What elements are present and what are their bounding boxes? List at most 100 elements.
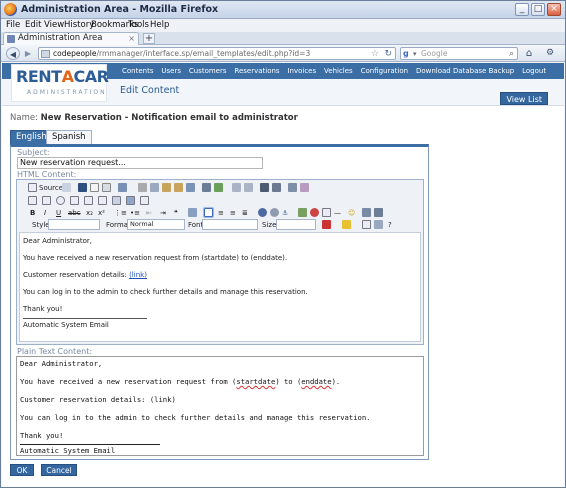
preview-icon[interactable]	[102, 183, 111, 192]
align-left-icon[interactable]	[203, 207, 214, 218]
smiley-icon[interactable]: ☺	[348, 207, 355, 219]
new-page-icon[interactable]	[90, 183, 99, 192]
table-icon[interactable]	[322, 208, 331, 217]
templates-icon[interactable]	[118, 183, 127, 192]
url-bar[interactable]: codepeople/rmmanager/interface.sp/email_…	[38, 47, 396, 60]
blockquote-icon[interactable]: ❝	[174, 207, 178, 219]
menu-view[interactable]: View	[44, 19, 64, 32]
div-container-icon[interactable]	[188, 208, 197, 217]
nav-reservations[interactable]: Reservations	[234, 63, 279, 79]
font-select[interactable]	[202, 219, 258, 230]
indent-icon[interactable]: ⇥	[160, 207, 166, 219]
save-icon[interactable]	[62, 183, 71, 192]
hidden-field-icon[interactable]	[140, 196, 149, 205]
back-button[interactable]: ◀	[6, 47, 20, 60]
maximize-button[interactable]: □	[531, 3, 545, 16]
redo-icon[interactable]	[244, 183, 253, 192]
bold-icon[interactable]: B	[30, 207, 35, 219]
undo-icon[interactable]	[232, 183, 241, 192]
superscript-icon[interactable]: x²	[98, 207, 105, 219]
textarea-icon[interactable]	[84, 196, 93, 205]
bookmark-star-icon[interactable]: ☆	[371, 48, 379, 60]
reload-icon[interactable]: ↻	[384, 48, 392, 60]
html-details-link[interactable]: (link)	[129, 271, 147, 279]
background-color-icon[interactable]	[342, 220, 351, 229]
subscript-icon[interactable]: x₂	[86, 207, 93, 219]
format-select[interactable]: Normal	[127, 219, 185, 230]
radio-icon[interactable]	[56, 196, 65, 205]
spellcheck-icon[interactable]	[214, 183, 223, 192]
nav-vehicles[interactable]: Vehicles	[324, 63, 353, 79]
nav-configuration[interactable]: Configuration	[361, 63, 408, 79]
strike-icon[interactable]: abc	[68, 207, 81, 219]
menu-history[interactable]: History	[64, 19, 94, 32]
remove-format-icon[interactable]	[300, 183, 309, 192]
italic-icon[interactable]: I	[44, 207, 46, 219]
outdent-icon[interactable]: ⇤	[146, 207, 152, 219]
nav-download-backup[interactable]: Download Database Backup	[416, 63, 514, 79]
text-field-icon[interactable]	[70, 196, 79, 205]
align-center-icon[interactable]: ≡	[218, 207, 224, 219]
floppy-icon[interactable]	[78, 183, 87, 192]
minimize-button[interactable]: _	[515, 3, 529, 16]
unlink-icon[interactable]	[270, 208, 279, 217]
home-button[interactable]: ⌂	[522, 47, 536, 60]
search-bar[interactable]: g ▾ Google ⌕	[400, 47, 518, 60]
close-window-button[interactable]: ×	[547, 3, 561, 16]
menu-help[interactable]: Help	[150, 19, 169, 32]
search-engine-icon[interactable]: g	[403, 49, 413, 59]
align-justify-icon[interactable]: ≣	[242, 207, 248, 219]
menu-file[interactable]: File	[6, 19, 20, 32]
subject-input[interactable]: New reservation request...	[17, 157, 263, 169]
html-editor-body[interactable]: Dear Administrator, You have received a …	[19, 232, 421, 342]
source-icon[interactable]	[28, 183, 37, 192]
flash-icon[interactable]	[310, 208, 319, 217]
button-field-icon[interactable]	[112, 196, 121, 205]
view-list-button[interactable]: View List	[500, 92, 548, 105]
replace-icon[interactable]	[272, 183, 281, 192]
page-break-icon[interactable]	[374, 208, 383, 217]
close-tab-icon[interactable]: ×	[128, 33, 135, 44]
paste-word-icon[interactable]	[186, 183, 195, 192]
size-select[interactable]	[276, 219, 316, 230]
forward-button[interactable]: ▶	[22, 47, 34, 60]
tools-button[interactable]: ⚙	[542, 47, 558, 60]
bullet-list-icon[interactable]: •≡	[130, 207, 140, 219]
checkbox-icon[interactable]	[42, 196, 51, 205]
select-field-icon[interactable]	[98, 196, 107, 205]
site-identity-icon[interactable]	[41, 50, 50, 58]
cancel-button[interactable]: Cancel	[41, 464, 77, 476]
copy-icon[interactable]	[150, 183, 159, 192]
anchor-icon[interactable]: ⚓	[282, 207, 288, 219]
paste-icon[interactable]	[162, 183, 171, 192]
menu-edit[interactable]: Edit	[25, 19, 41, 32]
search-icon[interactable]: ⌕	[509, 48, 514, 60]
source-button[interactable]: Source	[39, 182, 63, 194]
cut-icon[interactable]	[138, 183, 147, 192]
maximize-editor-icon[interactable]	[362, 220, 371, 229]
underline-icon[interactable]: U	[56, 207, 61, 219]
form-icon[interactable]	[28, 196, 37, 205]
tab-spanish[interactable]: Spanish	[46, 130, 92, 144]
style-select[interactable]	[48, 219, 100, 230]
print-icon[interactable]	[202, 183, 211, 192]
search-engine-dropdown-icon[interactable]: ▾	[413, 48, 417, 60]
paste-text-icon[interactable]	[174, 183, 183, 192]
nav-invoices[interactable]: Invoices	[287, 63, 316, 79]
find-icon[interactable]	[260, 183, 269, 192]
browser-tab[interactable]: Administration Area ×	[3, 32, 139, 45]
url-text[interactable]: codepeople/rmmanager/interface.sp/email_…	[53, 48, 310, 60]
ok-button[interactable]: OK	[10, 464, 34, 476]
plain-text-area[interactable]: Dear Administrator, You have received a …	[16, 356, 424, 456]
image-button-icon[interactable]	[126, 196, 135, 205]
link-icon[interactable]	[258, 208, 267, 217]
nav-users[interactable]: Users	[161, 63, 181, 79]
numbered-list-icon[interactable]: ⋮≡	[114, 207, 127, 219]
about-icon[interactable]: ?	[388, 219, 392, 231]
image-icon[interactable]	[298, 208, 307, 217]
align-right-icon[interactable]: ≡	[230, 207, 236, 219]
nav-customers[interactable]: Customers	[189, 63, 227, 79]
select-all-icon[interactable]	[288, 183, 297, 192]
menu-tools[interactable]: Tools	[128, 19, 149, 32]
new-tab-button[interactable]: +	[143, 33, 155, 44]
